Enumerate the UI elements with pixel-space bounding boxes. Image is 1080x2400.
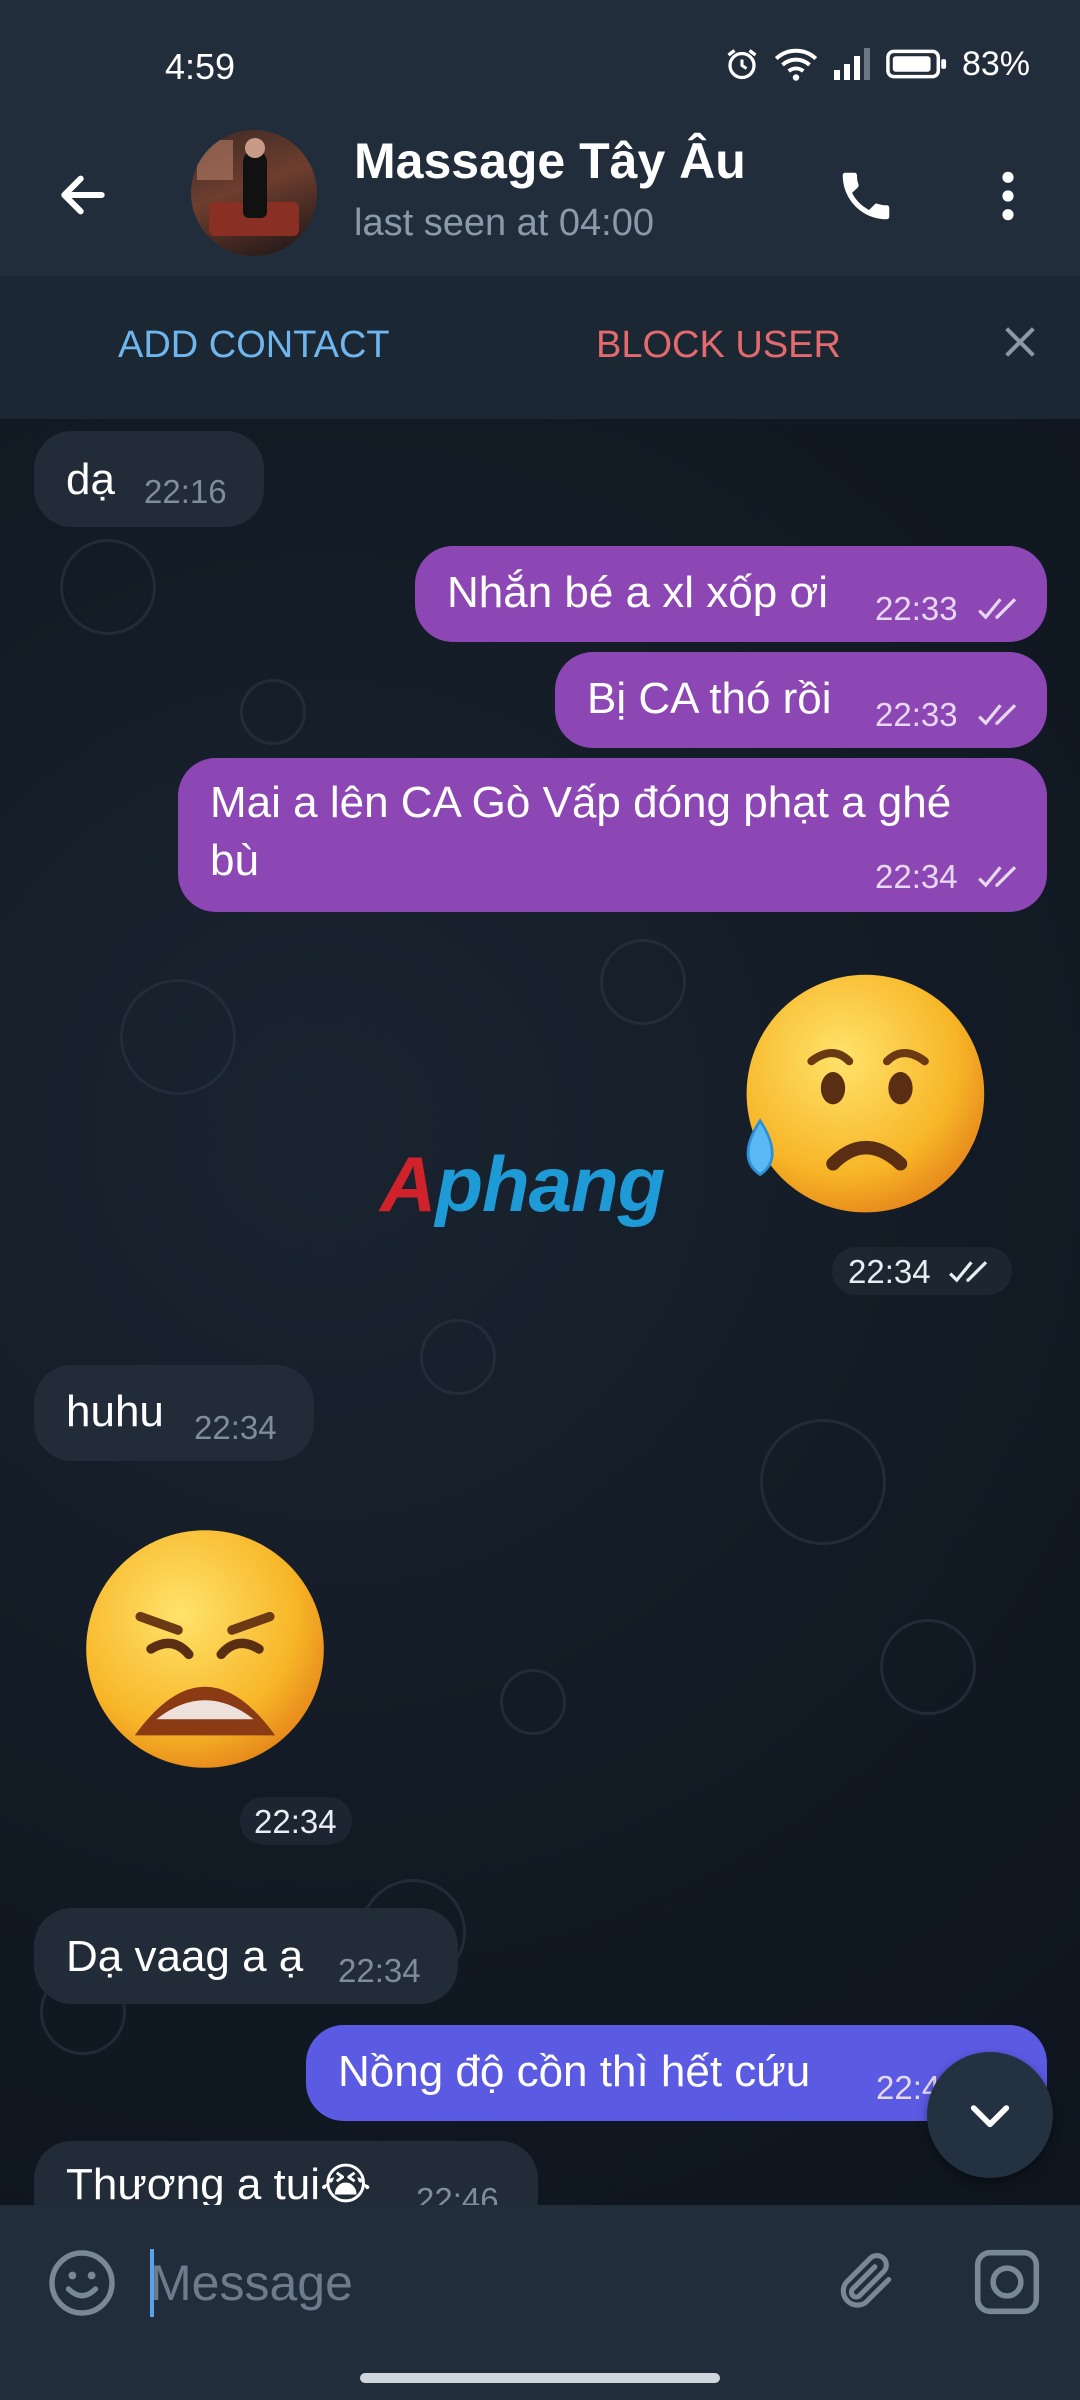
wifi-icon (774, 48, 818, 81)
message-time: 22:33 (875, 590, 958, 627)
message-time: 22:34 (848, 1253, 931, 1290)
message-time: 22:34 (194, 1409, 277, 1446)
background-doodle (500, 1669, 566, 1735)
message-bubble-incoming[interactable]: Dạ vaag a ạ 22:34 (34, 1908, 458, 2004)
message-bubble-outgoing[interactable]: Nhắn bé a xl xốp ơi 22:33 (415, 546, 1047, 642)
back-button[interactable] (48, 160, 118, 230)
message-text: Thương a tui😭 (66, 2160, 372, 2205)
chevron-down-icon (970, 2105, 1010, 2128)
background-doodle (880, 1619, 976, 1715)
last-seen-status: last seen at 04:00 (354, 202, 654, 244)
add-contact-button[interactable]: ADD CONTACT (118, 324, 390, 367)
double-check-icon (978, 704, 1017, 726)
background-doodle (120, 979, 236, 1095)
smiley-icon (49, 2250, 115, 2316)
arrow-left-icon (61, 175, 105, 215)
attach-button[interactable] (826, 2241, 906, 2321)
message-text: Nhắn bé a xl xốp ơi (447, 568, 829, 617)
scroll-to-bottom-button[interactable] (927, 2052, 1053, 2178)
home-indicator[interactable] (360, 2373, 720, 2383)
phone-icon (842, 172, 890, 220)
message-text-line2: bù (210, 836, 259, 885)
message-text-line1: Mai a lên CA Gò Vấp đóng phạt a ghé (210, 778, 952, 827)
weary-emoji[interactable] (70, 1514, 340, 1784)
contact-action-bar: ADD CONTACT BLOCK USER (0, 276, 1080, 419)
message-bubble-outgoing[interactable]: Bị CA thó rồi 22:33 (555, 652, 1047, 748)
watermark-logo: Aphang (380, 1140, 665, 1228)
message-bubble-outgoing[interactable]: Mai a lên CA Gò Vấp đóng phạt a ghé bù 2… (178, 758, 1047, 912)
message-time-stamp: 22:34 (240, 1797, 352, 1845)
text-cursor (150, 2249, 154, 2317)
paperclip-icon (840, 2253, 892, 2308)
camera-icon (974, 2249, 1040, 2315)
emoji-button[interactable] (44, 2245, 120, 2321)
alarm-icon (727, 49, 757, 80)
chat-header: Massage Tây Âu last seen at 04:00 (0, 130, 1080, 276)
double-check-icon (978, 866, 1017, 888)
message-text: dạ (66, 455, 115, 504)
background-doodle (760, 1419, 886, 1545)
message-text: Dạ vaag a ạ (66, 1932, 304, 1981)
message-bubble-incoming[interactable]: dạ 22:16 (34, 431, 264, 527)
sad-sweat-emoji[interactable] (725, 964, 995, 1234)
message-input[interactable] (150, 2243, 790, 2323)
status-time: 4:59 (165, 46, 236, 87)
background-doodle (240, 679, 306, 745)
signal-icon (833, 48, 870, 80)
double-check-icon (949, 1261, 988, 1283)
chat-title[interactable]: Massage Tây Âu (354, 132, 746, 190)
close-action-bar-button[interactable] (994, 316, 1046, 368)
kebab-menu-icon (1002, 171, 1014, 221)
status-icons: 83% (724, 42, 1030, 86)
message-time-stamp: 22:34 (832, 1247, 1012, 1295)
background-doodle (600, 939, 686, 1025)
message-time: 22:46 (416, 2181, 499, 2205)
camera-button[interactable] (966, 2241, 1048, 2323)
message-bubble-incoming[interactable]: Thương a tui😭 22:46 (34, 2141, 538, 2205)
background-doodle (420, 1319, 496, 1395)
battery-icon (886, 49, 946, 79)
message-text: Nồng độ cồn thì hết cứu (338, 2047, 811, 2096)
background-doodle (60, 539, 156, 635)
close-icon (1005, 327, 1035, 357)
battery-percent: 83% (961, 44, 1030, 83)
double-check-icon (978, 598, 1017, 620)
message-text: Bị CA thó rồi (587, 674, 832, 723)
call-button[interactable] (828, 158, 904, 234)
avatar[interactable] (191, 130, 317, 256)
message-time: 22:33 (875, 696, 958, 733)
message-time: 22:16 (144, 473, 227, 510)
message-bubble-incoming[interactable]: huhu 22:34 (34, 1365, 314, 1461)
message-time: 22:34 (875, 858, 958, 895)
status-bar: 4:59 83% (0, 0, 1080, 130)
chat-messages[interactable]: dạ 22:16 Nhắn bé a xl xốp ơi 22:33 Bị CA… (0, 419, 1080, 2205)
message-input-bar (0, 2205, 1080, 2355)
block-user-button[interactable]: BLOCK USER (596, 324, 841, 367)
message-time: 22:34 (338, 1952, 421, 1989)
message-text: huhu (66, 1387, 164, 1436)
message-time: 22:34 (254, 1803, 337, 1840)
more-options-button[interactable] (978, 158, 1038, 234)
system-nav-bar (0, 2355, 1080, 2400)
